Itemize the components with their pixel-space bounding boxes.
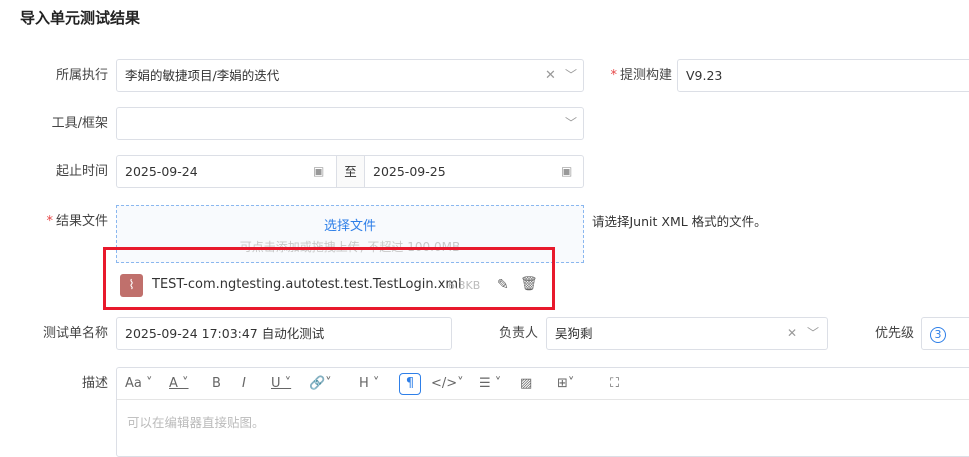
editor-toolbar: Aa ˅ A ˅ B I U ˅ 🔗˅ H ˅ ¶ </>˅ ☰ ˅ ▨ ⊞˅ …: [117, 368, 969, 400]
test-name-input[interactable]: 2025-09-24 17:03:47 自动化测试: [116, 317, 452, 350]
calendar-icon[interactable]: ▣: [561, 156, 572, 187]
table-icon[interactable]: ⊞˅: [557, 368, 574, 400]
rich-text-editor[interactable]: Aa ˅ A ˅ B I U ˅ 🔗˅ H ˅ ¶ </>˅ ☰ ˅ ▨ ⊞˅ …: [116, 367, 969, 457]
editor-placeholder: 可以在编辑器直接贴图。: [127, 415, 265, 430]
execution-value: 李娟的敏捷项目/李娟的迭代: [125, 68, 280, 83]
priority-select[interactable]: 3: [921, 317, 969, 350]
image-icon[interactable]: ▨: [520, 368, 532, 400]
tool-label: 工具/框架: [51, 116, 108, 131]
underline-icon[interactable]: U ˅: [271, 368, 291, 400]
font-size-icon[interactable]: Aa ˅: [125, 368, 153, 400]
paragraph-icon[interactable]: ¶: [399, 373, 421, 395]
list-icon[interactable]: ☰ ˅: [479, 368, 501, 400]
build-label: * 提测构建: [610, 68, 672, 83]
italic-icon[interactable]: I: [242, 368, 246, 400]
dates-label: 起止时间: [55, 164, 108, 179]
priority-badge: 3: [930, 327, 946, 343]
page-title: 导入单元测试结果: [20, 9, 141, 27]
tool-select[interactable]: ﹀: [116, 107, 584, 140]
link-icon[interactable]: 🔗˅: [309, 368, 332, 400]
clear-icon[interactable]: ✕: [787, 318, 797, 349]
end-date-input[interactable]: 2025-09-25 ▣: [364, 155, 584, 188]
chevron-down-icon[interactable]: ﹀: [565, 60, 577, 91]
name-label: 测试单名称: [42, 326, 108, 341]
priority-label: 优先级: [874, 326, 914, 341]
chevron-down-icon[interactable]: ﹀: [565, 108, 577, 139]
file-format-note: 请选择Junit XML 格式的文件。: [592, 214, 767, 229]
highlight-box: [103, 247, 555, 310]
code-icon[interactable]: </>˅: [431, 368, 464, 400]
date-separator: 至: [336, 155, 365, 188]
select-file-link[interactable]: 选择文件: [117, 215, 583, 234]
file-label: * 结果文件: [46, 214, 108, 229]
fullscreen-icon[interactable]: ⛶: [610, 368, 619, 400]
execution-select[interactable]: 李娟的敏捷项目/李娟的迭代 ✕ ﹀: [116, 59, 584, 92]
build-select[interactable]: V9.23: [677, 59, 969, 92]
heading-icon[interactable]: H ˅: [359, 368, 379, 400]
bold-icon[interactable]: B: [212, 368, 221, 400]
owner-select[interactable]: 吴狗剩 ✕ ﹀: [546, 317, 828, 350]
start-date-input[interactable]: 2025-09-24 ▣: [116, 155, 337, 188]
clear-icon[interactable]: ✕: [545, 60, 556, 91]
calendar-icon[interactable]: ▣: [313, 156, 324, 187]
execution-label: 所属执行: [55, 68, 108, 83]
desc-label: 描述: [81, 376, 108, 391]
chevron-down-icon[interactable]: ﹀: [807, 318, 819, 349]
owner-label: 负责人: [498, 326, 538, 341]
font-color-icon[interactable]: A ˅: [169, 368, 189, 400]
